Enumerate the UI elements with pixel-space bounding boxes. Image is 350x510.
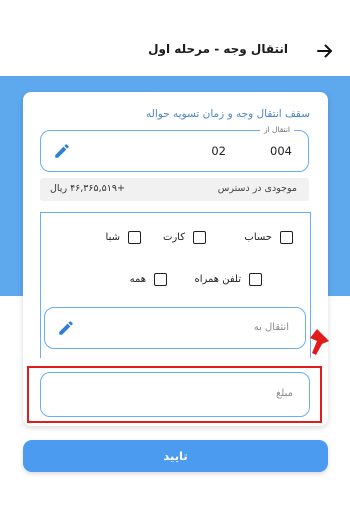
from-account-code: 004 [270, 144, 292, 158]
from-account-field[interactable]: انتقال از 004 02 [40, 125, 309, 172]
option-label: کارت [162, 232, 185, 243]
from-field-legend: انتقال از [259, 125, 294, 134]
to-account-field[interactable]: انتقال به [44, 307, 306, 349]
red-arrow-icon [310, 329, 329, 355]
page-title: انتقال وجه - مرحله اول [148, 42, 288, 56]
checkbox[interactable] [193, 231, 206, 244]
option-mobile[interactable]: تلفن همراه [194, 273, 262, 286]
checkbox[interactable] [249, 273, 262, 286]
option-label: همه [129, 274, 146, 285]
app-header: انتقال وجه - مرحله اول [0, 0, 350, 76]
checkbox[interactable] [280, 231, 293, 244]
section-title: سقف انتقال وجه و زمان تسویه حواله [146, 108, 310, 120]
checkbox[interactable] [154, 273, 167, 286]
option-label: حساب [244, 232, 272, 243]
checkbox[interactable] [128, 231, 141, 244]
to-field-placeholder: انتقال به [253, 322, 289, 333]
option-label: تلفن همراه [194, 274, 241, 285]
pencil-icon[interactable] [53, 142, 71, 160]
option-account[interactable]: حساب [244, 231, 293, 244]
amount-field[interactable]: مبلغ [40, 372, 310, 417]
option-all[interactable]: همه [130, 273, 167, 286]
available-balance-row: موجودی در دسترس +۴۶,۳۶۵,۵۱۹ ریال [40, 178, 309, 201]
option-card[interactable]: کارت [163, 231, 206, 244]
option-sheba[interactable]: شبا [106, 231, 141, 244]
balance-value: +۴۶,۳۶۵,۵۱۹ ریال [50, 183, 125, 194]
option-label: شبا [105, 232, 120, 243]
balance-label: موجودی در دسترس [217, 183, 297, 194]
arrow-right-icon[interactable] [316, 42, 334, 60]
confirm-button[interactable]: تایید [23, 440, 328, 472]
pencil-icon[interactable] [57, 319, 75, 337]
amount-placeholder: مبلغ [275, 388, 293, 399]
from-account-subcode: 02 [211, 144, 226, 158]
